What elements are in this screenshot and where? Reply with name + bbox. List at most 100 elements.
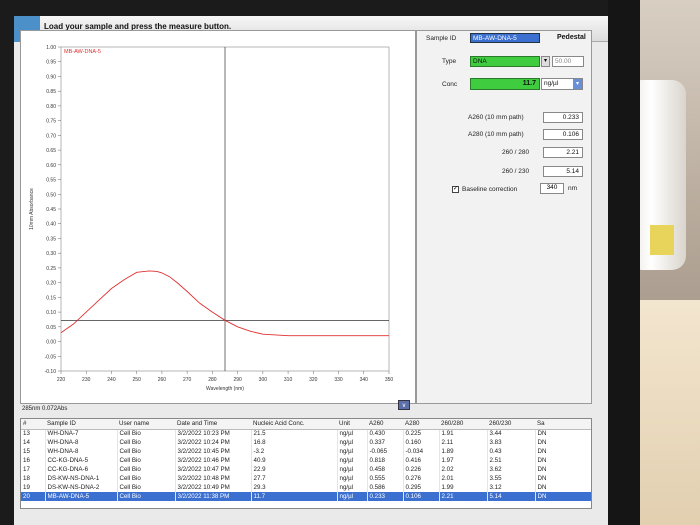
table-row[interactable]: 13 WH-DNA-7 Cell Bio 3/2/2022 10:23 PM 21.5 n… [21,429,591,438]
table-cell: DN [535,483,591,492]
column-header[interactable]: Unit [337,419,367,430]
column-header[interactable]: A260 [367,419,403,430]
table-cell: 15 [21,447,46,456]
table-cell: ng/µl [337,438,368,447]
table-cell: 1.99 [439,483,488,492]
type-factor-field: 50.00 [552,56,584,67]
table-cell: WH-DNA-8 [45,438,118,447]
x-tick-label: 270 [183,377,192,383]
table-cell: 2.11 [439,438,488,447]
y-tick-label: 0.90 [46,74,56,80]
spectrum-plot[interactable]: 1.00 0.95 0.90 0.85 0.80 0.75 0.70 0.65 0.60 0.55… [20,30,416,404]
table-cell: Cell Bio [117,447,176,456]
table-cell: ng/µl [337,456,368,465]
table-cell: 3.44 [487,429,536,438]
y-tick-label: 0.75 [46,119,56,125]
table-cell: Cell Bio [117,492,176,501]
column-header[interactable]: User name [117,419,175,430]
y-tick-label: 0.85 [46,89,56,95]
conc-unit-select[interactable]: ng/µl ▾ [541,78,583,90]
column-header[interactable]: Sample ID [45,419,117,430]
a280-label: A280 (10 mm path) [468,131,524,138]
column-header[interactable]: Date and Time [175,419,251,430]
baseline-checkbox[interactable]: ✓ [452,186,459,193]
table-cell: DN [535,465,591,474]
x-tick-label: 280 [208,377,217,383]
column-header[interactable]: Sa [535,419,591,430]
y-tick-label: 0.15 [46,295,56,301]
table-row[interactable]: 15 WH-DNA-8 Cell Bio 3/2/2022 10:45 PM -3.2 n… [21,447,591,456]
table-cell: 0.555 [367,474,404,483]
column-header[interactable]: 260/230 [487,419,535,430]
table-cell: WH-DNA-8 [45,447,118,456]
y-tick-label: 0.45 [46,207,56,213]
unit-dropdown-arrow-icon[interactable]: ▾ [573,79,582,89]
type-select[interactable]: DNA [470,56,540,67]
column-header[interactable]: A280 [403,419,439,430]
table-cell: Cell Bio [117,456,176,465]
table-cell: 0.160 [403,438,440,447]
column-header[interactable]: # [21,419,45,430]
table-cell: 2.02 [439,465,488,474]
x-tick-label: 350 [385,377,394,383]
column-header[interactable]: Nucleic Acid Conc. [251,419,337,430]
sample-id-input[interactable]: MB-AW-DNA-5 [470,33,540,43]
column-header[interactable]: 260/280 [439,419,487,430]
table-cell: ng/µl [337,483,368,492]
table-cell: MB-AW-DNA-5 [45,492,118,501]
table-cell: DN [535,447,591,456]
y-tick-label: 0.20 [46,281,56,287]
table-cell: 18 [21,474,46,483]
table-cell: 22.9 [251,465,338,474]
table-cell: ng/µl [337,492,368,501]
table-row[interactable]: 14 WH-DNA-8 Cell Bio 3/2/2022 10:24 PM 16.8 n… [21,438,591,447]
table-cell: Cell Bio [117,429,176,438]
spectrum-chart: 1.00 0.95 0.90 0.85 0.80 0.75 0.70 0.65 0.60 0.55… [29,45,394,392]
table-cell: 0.430 [367,429,404,438]
table-cell: 16 [21,456,46,465]
table-row[interactable]: 17 CC-KG-DNA-6 Cell Bio 3/2/2022 10:47 PM 22… [21,465,591,474]
y-tick-label: 0.30 [46,251,56,257]
table-cell: WH-DNA-7 [45,429,118,438]
table-row[interactable]: 19 DS-KW-NS-DNA-2 Cell Bio 3/2/2022 10:49 P… [21,483,591,492]
table-cell: 3/2/2022 10:47 PM [175,465,252,474]
y-tick-label: 0.35 [46,236,56,242]
type-label: Type [442,58,457,65]
x-tick-label: 230 [82,377,91,383]
y-tick-label: 0.65 [46,148,56,154]
table-cell: 3.62 [487,465,536,474]
type-dropdown-arrow-icon[interactable]: ▾ [541,56,550,67]
conc-value: 11.7 [470,78,540,90]
table-cell: 3/2/2022 10:45 PM [175,447,252,456]
baseline-input[interactable]: 340 [540,183,564,194]
y-tick-label: 0.55 [46,178,56,184]
y-tick-label: 0.70 [46,133,56,139]
table-row[interactable]: 20 MB-AW-DNA-5 Cell Bio 3/2/2022 11:38 PM 11… [21,492,591,501]
x-tick-label: 290 [233,377,242,383]
table-cell: DN [535,474,591,483]
table-cell: 3.55 [487,474,536,483]
y-tick-label: 0.60 [46,163,56,169]
table-cell: ng/µl [337,465,368,474]
baseline-unit: nm [568,185,578,192]
table-cell: Cell Bio [117,465,176,474]
conc-label: Conc [442,81,458,88]
expand-table-button[interactable]: ∨ [398,400,410,410]
table-cell: CC-KG-DNA-6 [45,465,118,474]
table-cell: 19 [21,483,46,492]
table-cell: 3/2/2022 10:48 PM [175,474,252,483]
table-header: # Sample ID User name Date and Time Nucleic … [21,419,591,430]
bottle-label [650,225,674,255]
x-tick-label: 320 [309,377,318,383]
table-row[interactable]: 16 CC-KG-DNA-5 Cell Bio 3/2/2022 10:46 PM 40… [21,456,591,465]
table-cell: -0.065 [367,447,404,456]
table-cell: 1.89 [439,447,488,456]
table-cell: ng/µl [337,447,368,456]
conc-unit-text: ng/µl [544,80,559,87]
table-cell: 0.337 [367,438,404,447]
table-cell: Cell Bio [117,483,176,492]
table-cell: 3.83 [487,438,536,447]
y-tick-label: 0.40 [46,222,56,228]
table-row[interactable]: 18 DS-KW-NS-DNA-1 Cell Bio 3/2/2022 10:48 P… [21,474,591,483]
table-cell: DS-KW-NS-DNA-2 [45,483,118,492]
